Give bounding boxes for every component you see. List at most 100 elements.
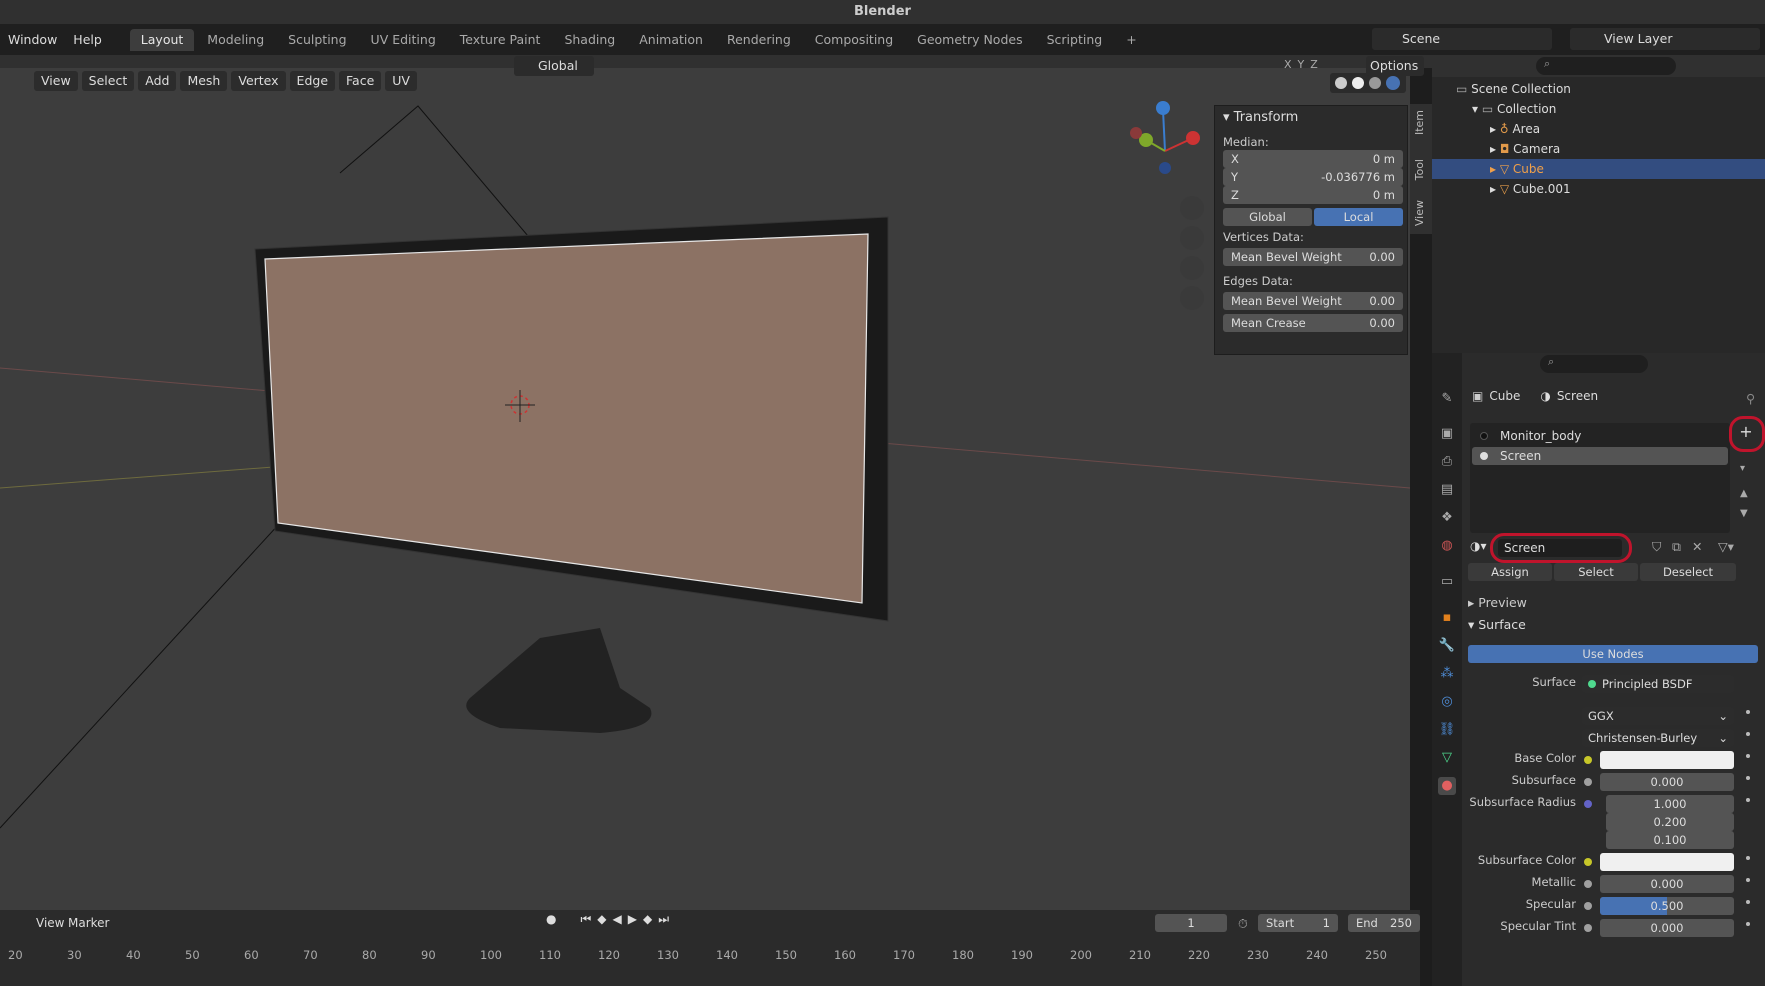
- tab-scripting[interactable]: Scripting: [1036, 29, 1114, 51]
- subsurface-radius-z[interactable]: 0.100: [1606, 831, 1734, 849]
- mirror-y-toggle[interactable]: Y: [1298, 58, 1305, 71]
- menu-mesh[interactable]: Mesh: [180, 71, 228, 91]
- select-button[interactable]: Select: [1554, 563, 1638, 581]
- view-layer-tab-icon[interactable]: ▤: [1438, 481, 1456, 499]
- deselect-button[interactable]: Deselect: [1640, 563, 1736, 581]
- render-tab-icon[interactable]: ▣: [1438, 425, 1456, 443]
- keyframe-dot[interactable]: [1746, 878, 1750, 882]
- assign-button[interactable]: Assign: [1468, 563, 1552, 581]
- median-x-field[interactable]: X0 m: [1223, 150, 1403, 168]
- median-z-field[interactable]: Z0 m: [1223, 186, 1403, 204]
- constraints-tab-icon[interactable]: ⛓: [1438, 721, 1456, 739]
- world-tab-icon[interactable]: ◍: [1438, 537, 1456, 555]
- distribution-dropdown[interactable]: GGX ⌄: [1582, 707, 1734, 725]
- base-color-swatch[interactable]: [1600, 751, 1734, 769]
- metallic-field[interactable]: 0.000: [1600, 875, 1734, 893]
- move-slot-down-icon[interactable]: ▼: [1740, 508, 1748, 519]
- local-toggle[interactable]: Local: [1314, 208, 1403, 226]
- object-tab-icon[interactable]: ▪: [1438, 609, 1456, 627]
- specular-tint-field[interactable]: 0.000: [1600, 919, 1734, 937]
- outliner-search[interactable]: ⌕: [1536, 57, 1676, 75]
- edge-bevel-weight-field[interactable]: Mean Bevel Weight 0.00: [1223, 292, 1403, 310]
- tab-uv-editing[interactable]: UV Editing: [360, 29, 447, 51]
- tab-modeling[interactable]: Modeling: [196, 29, 275, 51]
- 3d-viewport[interactable]: View Select Add Mesh Vertex Edge Face UV…: [0, 68, 1410, 910]
- data-tab-icon[interactable]: ▽: [1438, 749, 1456, 767]
- tab-item[interactable]: Item: [1413, 110, 1429, 135]
- subsurface-radius-y[interactable]: 0.200: [1606, 813, 1734, 831]
- duplicate-material-icon[interactable]: ⧉: [1672, 539, 1681, 555]
- keyframe-dot[interactable]: [1746, 776, 1750, 780]
- slot-specials-icon[interactable]: ▾: [1740, 463, 1745, 474]
- material-slot-monitor-body[interactable]: Monitor_body: [1472, 427, 1728, 445]
- output-tab-icon[interactable]: ⎙: [1438, 453, 1456, 471]
- vertex-bevel-weight-field[interactable]: Mean Bevel Weight 0.00: [1223, 248, 1403, 266]
- view-layer-selector[interactable]: View Layer: [1570, 28, 1760, 50]
- prev-keyframe-icon[interactable]: ◆: [597, 912, 606, 927]
- filter-icon[interactable]: ▽▾: [1718, 539, 1734, 554]
- subsurface-radius-x[interactable]: 1.000: [1606, 795, 1734, 813]
- properties-search[interactable]: ⌕: [1540, 355, 1648, 373]
- modifier-tab-icon[interactable]: 🔧: [1438, 637, 1456, 655]
- timeline-menu-marker[interactable]: Marker: [68, 916, 109, 930]
- wireframe-shading-icon[interactable]: [1335, 77, 1347, 89]
- add-workspace-button[interactable]: +: [1115, 29, 1147, 51]
- global-toggle[interactable]: Global: [1223, 208, 1312, 226]
- tab-animation[interactable]: Animation: [628, 29, 714, 51]
- play-icon[interactable]: ▶: [628, 912, 637, 927]
- edge-crease-field[interactable]: Mean Crease 0.00: [1223, 314, 1403, 332]
- subsurface-method-dropdown[interactable]: Christensen-Burley ⌄: [1582, 729, 1734, 747]
- surface-panel-header[interactable]: ▾ Surface: [1468, 617, 1526, 632]
- outliner-item-camera[interactable]: ▸ ◘ Camera: [1432, 139, 1765, 159]
- current-frame-field[interactable]: 1: [1155, 914, 1227, 932]
- move-slot-up-icon[interactable]: ▲: [1740, 488, 1748, 499]
- pin-icon[interactable]: ⚲: [1746, 391, 1755, 406]
- preview-panel-header[interactable]: ▸ Preview: [1468, 595, 1527, 610]
- outliner-collection[interactable]: ▾ ▭ Collection: [1432, 99, 1765, 119]
- mirror-x-toggle[interactable]: X: [1284, 58, 1292, 71]
- orientation-dropdown[interactable]: Global: [514, 56, 594, 76]
- specular-field[interactable]: 0.500: [1600, 897, 1734, 915]
- fake-user-shield-icon[interactable]: ⛉: [1652, 539, 1661, 555]
- menu-help[interactable]: Help: [65, 24, 110, 55]
- outliner-item-cube-001[interactable]: ▸ ▽ Cube.001: [1432, 179, 1765, 199]
- subsurface-field[interactable]: 0.000: [1600, 773, 1734, 791]
- keyframe-dot[interactable]: [1746, 900, 1750, 904]
- rendered-shading-icon[interactable]: [1386, 76, 1400, 90]
- tab-sculpting[interactable]: Sculpting: [277, 29, 357, 51]
- record-icon[interactable]: ●: [546, 912, 556, 927]
- outliner-item-area[interactable]: ▸ ♁ Area: [1432, 119, 1765, 139]
- options-dropdown[interactable]: Options: [1366, 56, 1424, 76]
- tool-tab-icon[interactable]: ✎: [1438, 390, 1456, 408]
- timeline-menu-view[interactable]: View: [36, 916, 64, 930]
- median-y-field[interactable]: Y -0.036776 m: [1223, 168, 1403, 186]
- mirror-z-toggle[interactable]: Z: [1310, 58, 1318, 71]
- keyframe-dot[interactable]: [1746, 922, 1750, 926]
- material-tab-icon[interactable]: ●: [1438, 777, 1456, 795]
- menu-face[interactable]: Face: [339, 71, 382, 91]
- menu-window[interactable]: Window: [0, 24, 65, 55]
- end-frame-field[interactable]: End 250: [1348, 914, 1420, 932]
- shading-mode-buttons[interactable]: [1330, 73, 1406, 93]
- menu-uv[interactable]: UV: [385, 71, 417, 91]
- collection-tab-icon[interactable]: ▭: [1438, 573, 1456, 591]
- menu-view[interactable]: View: [34, 71, 78, 91]
- tab-tool[interactable]: Tool: [1413, 159, 1429, 180]
- unlink-material-icon[interactable]: ✕: [1692, 539, 1702, 554]
- menu-vertex[interactable]: Vertex: [231, 71, 286, 91]
- transform-header[interactable]: ▾ Transform: [1223, 110, 1298, 125]
- solid-shading-icon[interactable]: [1352, 77, 1364, 89]
- outliner-scene-collection[interactable]: ▭ Scene Collection: [1432, 79, 1765, 99]
- use-nodes-button[interactable]: Use Nodes: [1468, 645, 1758, 663]
- surface-shader-field[interactable]: Principled BSDF: [1582, 675, 1734, 693]
- next-keyframe-icon[interactable]: ◆: [643, 912, 652, 927]
- subsurface-color-swatch[interactable]: [1600, 853, 1734, 871]
- start-frame-field[interactable]: Start 1: [1258, 914, 1338, 932]
- tab-geometry-nodes[interactable]: Geometry Nodes: [906, 29, 1033, 51]
- play-reverse-icon[interactable]: ◀: [613, 912, 622, 927]
- keyframe-dot[interactable]: [1746, 754, 1750, 758]
- scene-tab-icon[interactable]: ❖: [1438, 509, 1456, 527]
- material-slot-screen[interactable]: Screen: [1472, 447, 1728, 465]
- keyframe-dot[interactable]: [1746, 710, 1750, 714]
- tab-layout[interactable]: Layout: [129, 29, 195, 51]
